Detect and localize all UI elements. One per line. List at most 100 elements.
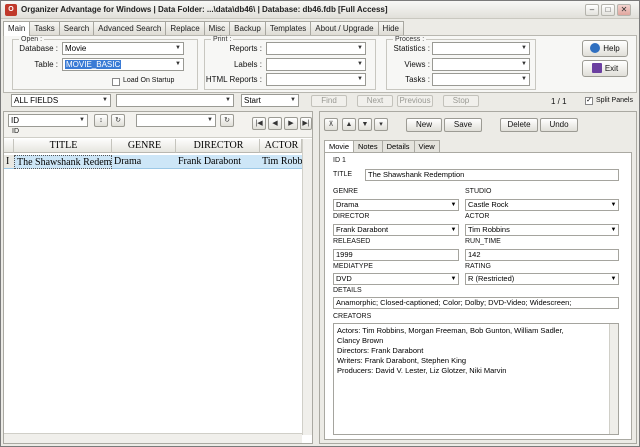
sort-order-button[interactable]: ↕	[94, 114, 108, 127]
tab-templates[interactable]: Templates	[264, 21, 312, 35]
table-row[interactable]: I The Shawshank Redemption Drama Frank D…	[4, 155, 302, 169]
table-select[interactable]: MOVIE_BASIC ▼	[62, 58, 184, 71]
search-field-select[interactable]: ALL FIELDS ▼	[11, 94, 111, 107]
chevron-down-icon: ▼	[357, 61, 363, 67]
undo-button[interactable]: Undo	[540, 118, 578, 132]
tab-hide[interactable]: Hide	[377, 21, 404, 35]
actor-select[interactable]: Tim Robbins ▼	[465, 224, 619, 236]
title-field[interactable]: The Shawshank Redemption	[365, 169, 619, 181]
cell-title[interactable]: The Shawshank Redemption	[14, 155, 112, 169]
search-mode-select[interactable]: Start ▼	[241, 94, 299, 107]
minimize-button[interactable]: –	[585, 4, 599, 16]
more-options-button[interactable]: ▾	[374, 118, 388, 131]
id-label: ID 1	[333, 157, 346, 164]
creators-textarea[interactable]: Actors: Tim Robbins, Morgan Freeman, Bob…	[333, 323, 619, 435]
exit-button[interactable]: Exit	[582, 60, 628, 77]
records-grid-pane: ID ▼ ID ↕ ↻ ▼ ↻ |◀ ◀ ▶ ▶| TITLE GENRE DI…	[3, 111, 313, 444]
record-tabs: Movie Notes Details View	[324, 140, 440, 152]
tab-details[interactable]: Details	[381, 140, 415, 152]
statistics-select[interactable]: ▼	[432, 42, 530, 55]
labels-select[interactable]: ▼	[266, 58, 366, 71]
record-counter: 1 / 1	[551, 97, 567, 106]
sort-field-select[interactable]: ID ▼	[8, 114, 88, 127]
html-reports-label: HTML Reports :	[205, 75, 262, 84]
load-on-startup-checkbox[interactable]	[112, 78, 120, 86]
tab-tasks[interactable]: Tasks	[29, 21, 60, 35]
column-header-director[interactable]: DIRECTOR	[176, 139, 260, 153]
details-field[interactable]: Anamorphic; Closed-captioned; Color; Dol…	[333, 297, 619, 309]
genre-select[interactable]: Drama ▼	[333, 199, 459, 211]
released-field[interactable]: 1999	[333, 249, 459, 261]
tasks-label: Tasks :	[405, 75, 430, 84]
mediatype-select[interactable]: DVD ▼	[333, 273, 459, 285]
cell-director[interactable]: Frank Darabont	[176, 155, 260, 169]
tab-about-upgrade[interactable]: About / Upgrade	[310, 21, 379, 35]
tab-main[interactable]: Main	[3, 21, 31, 36]
move-top-button[interactable]: ⊼	[324, 118, 338, 131]
tab-misc[interactable]: Misc	[203, 21, 231, 35]
database-select[interactable]: Movie ▼	[62, 42, 184, 55]
tab-backup[interactable]: Backup	[229, 21, 266, 35]
chevron-down-icon: ▼	[450, 202, 457, 208]
next-button[interactable]: Next	[357, 95, 393, 107]
tab-search[interactable]: Search	[58, 21, 95, 35]
chevron-down-icon: ▼	[357, 76, 363, 82]
rating-label: RATING	[465, 263, 491, 270]
cell-genre[interactable]: Drama	[112, 155, 176, 169]
tab-view[interactable]: View	[413, 140, 440, 152]
actor-label: ACTOR	[465, 213, 490, 220]
refresh-filter-icon[interactable]: ↻	[220, 114, 234, 127]
grid-vertical-scrollbar[interactable]	[302, 139, 312, 435]
grid-horizontal-scrollbar[interactable]	[4, 433, 302, 443]
search-input[interactable]: ▼	[116, 94, 234, 107]
cell-actor[interactable]: Tim Robbins	[260, 155, 302, 169]
runtime-label: RUN_TIME	[465, 238, 501, 245]
tab-advanced-search[interactable]: Advanced Search	[93, 21, 167, 35]
views-select[interactable]: ▼	[432, 58, 530, 71]
chevron-down-icon: ▼	[225, 97, 231, 103]
director-select[interactable]: Frank Darabont ▼	[333, 224, 459, 236]
stop-button[interactable]: Stop	[443, 95, 479, 107]
filter-select[interactable]: ▼	[136, 114, 216, 127]
tab-replace[interactable]: Replace	[165, 21, 205, 35]
sort-field-sublabel: ID	[12, 128, 19, 135]
reports-select[interactable]: ▼	[266, 42, 366, 55]
views-label: Views :	[404, 60, 430, 69]
split-panels-checkbox[interactable]: ✓	[585, 97, 593, 105]
save-button[interactable]: Save	[444, 118, 482, 132]
previous-button[interactable]: Previous	[397, 95, 433, 107]
main-tabs: Main Tasks Search Advanced Search Replac…	[3, 21, 404, 36]
rating-select[interactable]: R (Restricted) ▼	[465, 273, 619, 285]
mediatype-value: DVD	[336, 274, 352, 283]
table-label: Table :	[34, 60, 58, 69]
column-header-title[interactable]: TITLE	[14, 139, 112, 153]
column-header-genre[interactable]: GENRE	[112, 139, 176, 153]
help-button[interactable]: Help	[582, 40, 628, 57]
next-record-button[interactable]: ▶	[284, 117, 298, 130]
tab-movie[interactable]: Movie	[324, 140, 355, 152]
print-group-legend: Print :	[213, 36, 232, 43]
html-reports-select[interactable]: ▼	[266, 73, 366, 86]
studio-select[interactable]: Castle Rock ▼	[465, 199, 619, 211]
search-mode-value: Start	[244, 96, 261, 105]
delete-button[interactable]: Delete	[500, 118, 538, 132]
refresh-icon[interactable]: ↻	[111, 114, 125, 127]
maximize-button[interactable]: □	[601, 4, 615, 16]
move-up-button[interactable]: ▲	[342, 118, 356, 131]
column-header-actor[interactable]: ACTOR	[260, 139, 302, 153]
runtime-field[interactable]: 142	[465, 249, 619, 261]
row-marker: I	[4, 155, 14, 169]
creators-scrollbar[interactable]	[609, 324, 618, 434]
record-toolbar: ⊼ ▲ ▼ ▾ New Save Delete Undo	[320, 112, 636, 136]
move-down-button[interactable]: ▼	[358, 118, 372, 131]
tasks-select[interactable]: ▼	[432, 73, 530, 86]
database-select-value: Movie	[65, 44, 87, 53]
actor-value: Tim Robbins	[468, 225, 510, 234]
close-button[interactable]: ✕	[617, 4, 631, 16]
prev-record-button[interactable]: ◀	[268, 117, 282, 130]
first-record-button[interactable]: |◀	[252, 117, 266, 130]
last-record-button[interactable]: ▶|	[300, 117, 312, 130]
tab-notes[interactable]: Notes	[353, 140, 383, 152]
new-button[interactable]: New	[406, 118, 442, 132]
find-button[interactable]: Find	[311, 95, 347, 107]
